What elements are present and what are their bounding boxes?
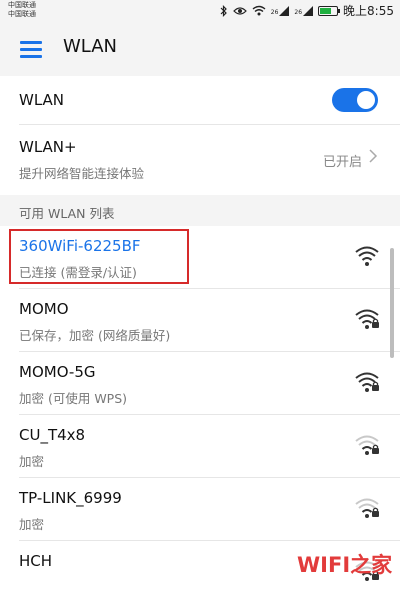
carrier-labels: 中国联通 中国联通 (8, 1, 36, 19)
network-name: 360WiFi-6225BF (19, 237, 141, 255)
network-name: HCH (19, 552, 53, 570)
carrier-2: 中国联通 (8, 10, 36, 18)
scrollbar[interactable] (390, 248, 394, 358)
status-bar: 中国联通 中国联通 26 26 晚上8:55 (0, 0, 400, 22)
chevron-right-icon (369, 149, 378, 163)
carrier-1: 中国联通 (8, 1, 36, 9)
clock: 晚上8:55 (343, 4, 394, 18)
wlan-plus-description: 提升网络智能连接体验 (19, 166, 145, 181)
network-status: 已保存，加密 (网络质量好) (19, 328, 171, 343)
app-header: WLAN (0, 22, 400, 76)
signal-1: 26 (271, 5, 290, 16)
wifi-lock-icon (355, 435, 379, 455)
available-networks-header: 可用 WLAN 列表 (0, 195, 400, 226)
network-status: 加密 (19, 454, 45, 469)
wlan-toggle-row[interactable]: WLAN (0, 76, 400, 125)
status-icons: 26 26 晚上8:55 (220, 2, 394, 19)
network-status: 加密 (19, 517, 45, 532)
wifi-lock-icon (355, 309, 379, 329)
wifi-lock-icon (355, 372, 379, 392)
wifi-status-icon (252, 5, 266, 16)
signal-2-label: 26 (294, 9, 303, 16)
wlan-plus-status: 已开启 (322, 155, 362, 170)
battery-icon (318, 5, 341, 16)
wlan-plus-label: WLAN+ (19, 138, 77, 156)
wlan-plus-row[interactable]: WLAN+ 提升网络智能连接体验 已开启 (0, 125, 400, 195)
signal-1-label: 26 (270, 9, 279, 16)
watermark: WIFI之家 (297, 553, 393, 577)
signal-bars-icon (279, 6, 290, 16)
network-row[interactable]: 360WiFi-6225BF 已连接 (需登录/认证) (0, 226, 400, 289)
network-status: 加密 (可使用 WPS) (19, 391, 128, 406)
signal-bars-icon (303, 6, 314, 16)
network-row[interactable]: CU_T4x8 加密 (0, 415, 400, 478)
section-title: 可用 WLAN 列表 (19, 206, 115, 221)
network-name: TP-LINK_6999 (19, 489, 122, 507)
network-row[interactable]: TP-LINK_6999 加密 (0, 478, 400, 541)
wlan-switch[interactable] (332, 88, 378, 112)
eye-icon (232, 6, 247, 15)
network-name: CU_T4x8 (19, 426, 86, 444)
wifi-signal-icon (355, 246, 379, 266)
wifi-lock-icon (355, 498, 379, 518)
network-status: 已连接 (需登录/认证) (19, 265, 137, 280)
network-name: MOMO (19, 300, 69, 318)
menu-icon[interactable] (20, 41, 42, 58)
bluetooth-icon (220, 4, 227, 17)
wlan-toggle-label: WLAN (19, 91, 65, 109)
network-name: MOMO-5G (19, 363, 96, 381)
signal-2: 26 (294, 5, 314, 16)
network-row[interactable]: MOMO-5G 加密 (可使用 WPS) (0, 352, 400, 415)
network-row[interactable]: MOMO 已保存，加密 (网络质量好) (0, 289, 400, 352)
page-title: WLAN (63, 36, 118, 57)
wlan-settings-screen: 中国联通 中国联通 26 26 晚上8:55 WLAN WLAN WLAN+ 提… (0, 0, 400, 589)
switch-knob (357, 91, 375, 109)
